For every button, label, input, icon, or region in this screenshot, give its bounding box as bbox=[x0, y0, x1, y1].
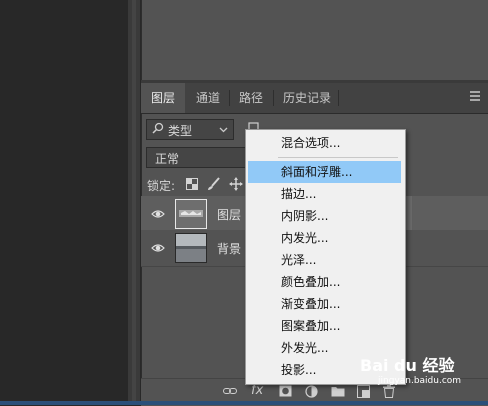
layer-filter-select[interactable]: 类型 bbox=[146, 119, 234, 140]
baidu-jingyan-watermark: Bai du 经验 jingyan.baidu.com bbox=[360, 352, 484, 392]
menu-divider bbox=[278, 157, 398, 158]
eye-visibility-icon[interactable] bbox=[151, 207, 165, 221]
tab-layers[interactable]: 图层 bbox=[141, 83, 186, 113]
watermark-sub: jingyan.baidu.com bbox=[378, 376, 462, 386]
lock-paint-brush-icon[interactable] bbox=[207, 177, 221, 194]
layer-thumbnail bbox=[175, 233, 207, 263]
panel-dock-divider bbox=[132, 0, 136, 405]
tab-divider bbox=[338, 90, 339, 106]
fx-button[interactable]: fx bbox=[251, 383, 263, 398]
menu-item-color-overlay[interactable]: 颜色叠加... bbox=[248, 271, 401, 293]
menu-item-inner-glow[interactable]: 内发光... bbox=[248, 227, 401, 249]
lock-label: 锁定: bbox=[147, 179, 176, 193]
menu-item-label: 外发光... bbox=[281, 341, 329, 355]
blend-mode-select[interactable]: 正常 bbox=[146, 147, 248, 168]
tab-label: 路径 bbox=[239, 91, 264, 105]
panel-menu-icon[interactable] bbox=[470, 91, 480, 105]
new-group-folder-icon[interactable] bbox=[331, 385, 345, 399]
tab-label: 图层 bbox=[151, 91, 176, 105]
menu-item-bevel-emboss[interactable]: 斜面和浮雕... bbox=[248, 161, 401, 183]
menu-item-label: 内阴影... bbox=[281, 209, 329, 223]
watermark-text: Bai du 经验 bbox=[360, 356, 455, 375]
add-mask-icon[interactable] bbox=[279, 385, 292, 399]
menu-item-stroke[interactable]: 描边... bbox=[248, 183, 401, 205]
menu-item-pattern-overlay[interactable]: 图案叠加... bbox=[248, 315, 401, 337]
menu-item-label: 颜色叠加... bbox=[281, 275, 341, 289]
taskbar-edge bbox=[0, 401, 488, 405]
menu-item-label: 斜面和浮雕... bbox=[281, 165, 353, 179]
tab-label: 历史记录 bbox=[283, 91, 332, 105]
menu-item-label: 图案叠加... bbox=[281, 319, 341, 333]
tab-channels[interactable]: 通道 bbox=[186, 83, 230, 113]
tab-paths[interactable]: 路径 bbox=[229, 83, 273, 113]
upper-panel bbox=[141, 0, 488, 80]
menu-item-label: 描边... bbox=[281, 187, 317, 201]
filter-label: 类型 bbox=[168, 124, 193, 138]
menu-item-label: 混合选项... bbox=[281, 136, 341, 150]
layer-thumbnail bbox=[175, 199, 207, 229]
menu-item-label: 投影... bbox=[281, 363, 317, 377]
layer-style-menu: 混合选项... 斜面和浮雕... 描边... 内阴影... 内发光... 光泽.… bbox=[245, 129, 406, 385]
search-icon bbox=[152, 122, 164, 137]
menu-item-label: 光泽... bbox=[281, 253, 317, 267]
menu-item-label: 渐变叠加... bbox=[281, 297, 341, 311]
adjustment-layer-icon[interactable] bbox=[305, 385, 318, 399]
blend-mode-value: 正常 bbox=[155, 152, 180, 166]
lock-transparent-icon[interactable] bbox=[186, 178, 198, 193]
menu-item-blending-options[interactable]: 混合选项... bbox=[248, 132, 401, 154]
layers-panel-tabbar: 图层 通道 路径 历史记录 bbox=[141, 83, 488, 114]
document-canvas[interactable] bbox=[0, 0, 128, 405]
link-layers-icon[interactable] bbox=[223, 385, 237, 399]
chevron-down-icon bbox=[219, 123, 228, 137]
menu-item-inner-shadow[interactable]: 内阴影... bbox=[248, 205, 401, 227]
layer-name: 背景 bbox=[217, 242, 242, 256]
menu-item-satin[interactable]: 光泽... bbox=[248, 249, 401, 271]
tab-history[interactable]: 历史记录 bbox=[273, 83, 341, 113]
lock-position-move-icon[interactable] bbox=[229, 177, 243, 194]
menu-item-label: 内发光... bbox=[281, 231, 329, 245]
layer-name: 图层 bbox=[217, 208, 242, 222]
tab-label: 通道 bbox=[196, 91, 221, 105]
eye-visibility-icon[interactable] bbox=[151, 241, 165, 255]
menu-item-gradient-overlay[interactable]: 渐变叠加... bbox=[248, 293, 401, 315]
